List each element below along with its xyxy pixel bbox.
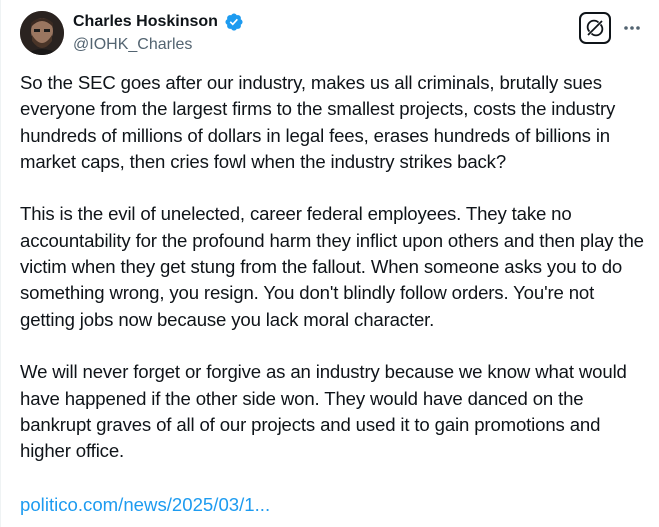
more-options-button[interactable] bbox=[621, 18, 643, 38]
tweet-text: So the SEC goes after our industry, make… bbox=[20, 70, 650, 491]
verified-badge-icon bbox=[224, 12, 244, 32]
article-link[interactable]: politico.com/news/2025/03/1... bbox=[20, 492, 270, 518]
tweet-paragraph: So the SEC goes after our industry, make… bbox=[20, 72, 616, 172]
grok-button[interactable] bbox=[579, 12, 611, 44]
tweet-paragraph: We will never forget or forgive as an in… bbox=[20, 361, 627, 462]
tweet-card: Charles Hoskinson @IOHK_Charles So the S… bbox=[0, 0, 659, 527]
author-avatar[interactable] bbox=[20, 11, 64, 55]
more-options-icon bbox=[624, 26, 640, 30]
avatar-image bbox=[20, 11, 64, 55]
author-name[interactable]: Charles Hoskinson bbox=[73, 12, 218, 32]
tweet-paragraph: This is the evil of unelected, career fe… bbox=[20, 203, 644, 330]
grok-icon bbox=[586, 19, 604, 37]
author-handle[interactable]: @IOHK_Charles bbox=[73, 35, 192, 55]
